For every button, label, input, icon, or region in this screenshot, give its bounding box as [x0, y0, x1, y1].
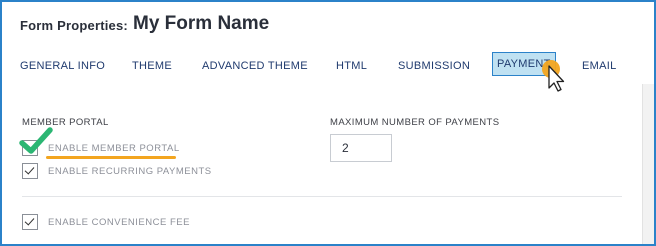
section-divider	[22, 196, 622, 197]
tab-advanced-theme[interactable]: ADVANCED THEME	[202, 60, 308, 72]
tab-email[interactable]: EMAIL	[582, 60, 617, 72]
checkmark-icon	[24, 215, 35, 226]
tab-theme[interactable]: THEME	[132, 60, 172, 72]
enable-recurring-payments-checkbox[interactable]	[22, 163, 38, 179]
tab-general-info[interactable]: GENERAL INFO	[20, 60, 105, 72]
checkmark-icon	[24, 164, 35, 175]
mouse-pointer-icon	[542, 60, 565, 92]
enable-recurring-payments-row[interactable]: ENABLE RECURRING PAYMENTS	[22, 163, 212, 179]
tab-html[interactable]: HTML	[336, 60, 367, 72]
form-properties-label: Form Properties:	[20, 18, 128, 33]
orange-highlight-underline	[46, 156, 176, 159]
max-payments-input[interactable]: 2	[330, 134, 392, 162]
form-properties-window: Form Properties: My Form Name GENERAL IN…	[0, 0, 656, 246]
vertical-scrollbar[interactable]	[642, 84, 654, 244]
header: Form Properties: My Form Name	[2, 2, 654, 50]
green-checkmark-icon	[19, 127, 53, 154]
enable-member-portal-label: ENABLE MEMBER PORTAL	[48, 142, 180, 154]
enable-convenience-fee-label: ENABLE CONVENIENCE FEE	[48, 216, 190, 228]
max-payments-title: MAXIMUM NUMBER OF PAYMENTS	[330, 117, 500, 128]
tab-submission[interactable]: SUBMISSION	[398, 60, 470, 72]
form-name-title: My Form Name	[133, 13, 270, 34]
enable-convenience-fee-row[interactable]: ENABLE CONVENIENCE FEE	[22, 214, 190, 230]
enable-recurring-payments-label: ENABLE RECURRING PAYMENTS	[48, 165, 212, 177]
enable-convenience-fee-checkbox[interactable]	[22, 214, 38, 230]
